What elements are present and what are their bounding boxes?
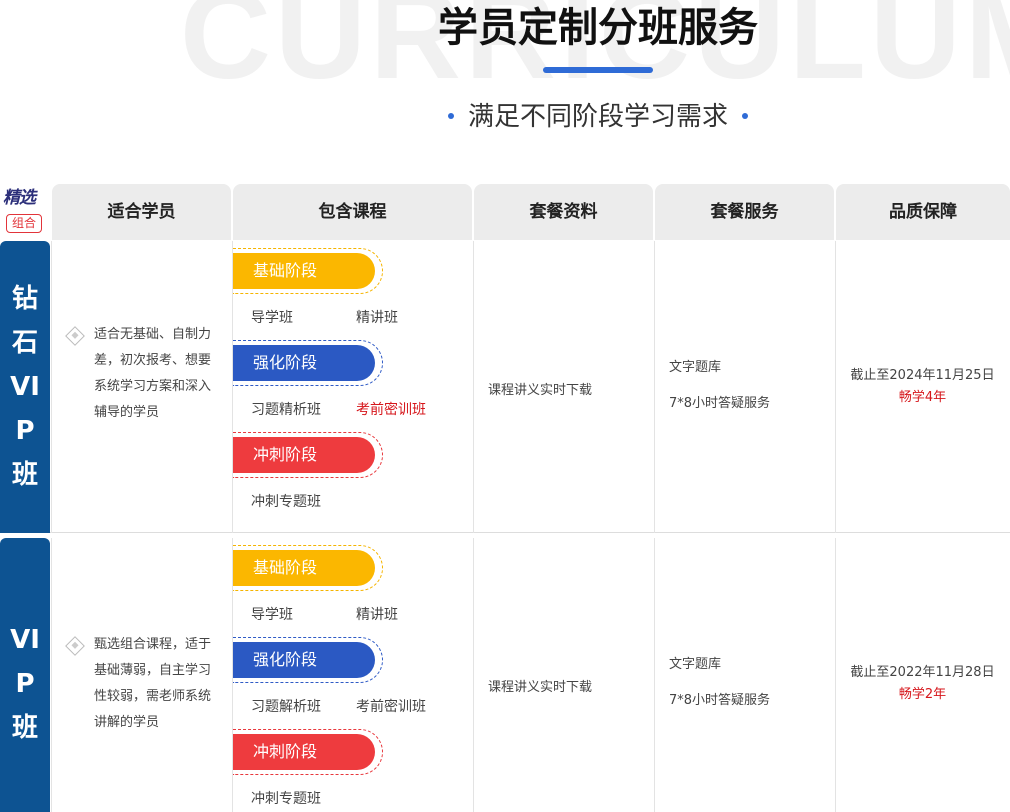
title-underline	[543, 67, 653, 73]
stage-basic[interactable]: 基础阶段	[233, 248, 383, 294]
course-item[interactable]: 冲刺专题班	[251, 492, 321, 512]
stage-label: 基础阶段	[233, 253, 375, 289]
course-item-highlight[interactable]: 考前密训班	[356, 400, 426, 420]
row-label-char: 班	[11, 713, 38, 743]
materials-text: 课程讲义实时下载	[488, 383, 593, 398]
row-label-char: 钻	[11, 284, 38, 314]
stage-label: 强化阶段	[233, 345, 375, 381]
course-item[interactable]: 精讲班	[356, 605, 398, 625]
table-row-diamond-vip: 钻 石 VI P 班 适合无基础、自制力差，初次报考、想要系统学习方案和深入辅导…	[0, 241, 1010, 533]
service-item: 7*8小时答疑服务	[669, 693, 771, 708]
services-cell	[654, 241, 835, 533]
stage-label: 基础阶段	[233, 550, 375, 586]
bullet-dot-right	[742, 112, 748, 119]
row-label-diamond-vip: 钻 石 VI P 班	[0, 241, 50, 533]
quality-term: 畅学2年	[898, 687, 947, 702]
row-label-char: 班	[11, 460, 38, 490]
badge-line2: 组合	[6, 214, 42, 233]
materials-cell	[473, 538, 654, 812]
row-label-char: VI	[10, 625, 40, 655]
header-quality-guarantee: 品质保障	[836, 184, 1010, 240]
row-label-char: 石	[11, 328, 38, 358]
header-package-materials: 套餐资料	[474, 184, 653, 240]
stage-label: 冲刺阶段	[233, 734, 375, 770]
stage-intensive[interactable]: 强化阶段	[233, 637, 383, 683]
header-package-services: 套餐服务	[655, 184, 834, 240]
page-subtitle: 满足不同阶段学习需求	[0, 100, 1010, 134]
service-item: 文字题库	[669, 657, 722, 672]
materials-text: 课程讲义实时下载	[488, 680, 593, 695]
quality-guarantee-text: 截止至2022年11月28日 畅学2年	[835, 662, 1010, 706]
stage-label: 强化阶段	[233, 642, 375, 678]
course-item[interactable]: 习题精析班	[251, 400, 321, 420]
service-item: 7*8小时答疑服务	[669, 396, 771, 411]
service-item: 文字题库	[669, 360, 722, 375]
quality-date: 截止至2024年11月25日	[850, 368, 995, 383]
row-label-char: VI	[10, 372, 40, 402]
subtitle-text: 满足不同阶段学习需求	[467, 102, 728, 132]
course-item[interactable]: 导学班	[251, 605, 293, 625]
header-suitable-students: 适合学员	[52, 184, 231, 240]
quality-guarantee-text: 截止至2024年11月25日 畅学4年	[835, 365, 1010, 409]
suitable-description: 适合无基础、自制力差，初次报考、想要系统学习方案和深入辅导的学员	[94, 327, 212, 420]
course-item[interactable]: 考前密训班	[356, 697, 426, 717]
page-title: 学员定制分班服务	[438, 5, 758, 51]
course-item[interactable]: 冲刺专题班	[251, 789, 321, 809]
stage-sprint[interactable]: 冲刺阶段	[233, 432, 383, 478]
header-included-courses: 包含课程	[233, 184, 472, 240]
row-label-vip: VI P 班	[0, 538, 50, 812]
quality-date: 截止至2022年11月28日	[850, 665, 995, 680]
bullet-dot-left	[447, 112, 454, 119]
badge-line1: 精选	[3, 188, 36, 208]
stage-basic[interactable]: 基础阶段	[233, 545, 383, 591]
row-label-char: P	[15, 669, 35, 699]
table-row-vip: VI P 班 甄选组合课程，适于基础薄弱，自主学习性较弱，需老师系统讲解的学员 …	[0, 538, 1010, 812]
page: CURRICULUM 学员定制分班服务 满足不同阶段学习需求 精选 组合 适合学…	[0, 0, 1010, 812]
quality-term: 畅学4年	[898, 390, 947, 405]
stage-sprint[interactable]: 冲刺阶段	[233, 729, 383, 775]
services-cell	[654, 538, 835, 812]
row-label-char: P	[15, 416, 35, 446]
suitable-description: 甄选组合课程，适于基础薄弱，自主学习性较弱，需老师系统讲解的学员	[94, 637, 212, 730]
featured-combo-badge: 精选 组合	[0, 184, 50, 240]
course-item[interactable]: 精讲班	[356, 308, 398, 328]
stage-label: 冲刺阶段	[233, 437, 375, 473]
course-item[interactable]: 导学班	[251, 308, 293, 328]
course-item[interactable]: 习题解析班	[251, 697, 321, 717]
stage-intensive[interactable]: 强化阶段	[233, 340, 383, 386]
